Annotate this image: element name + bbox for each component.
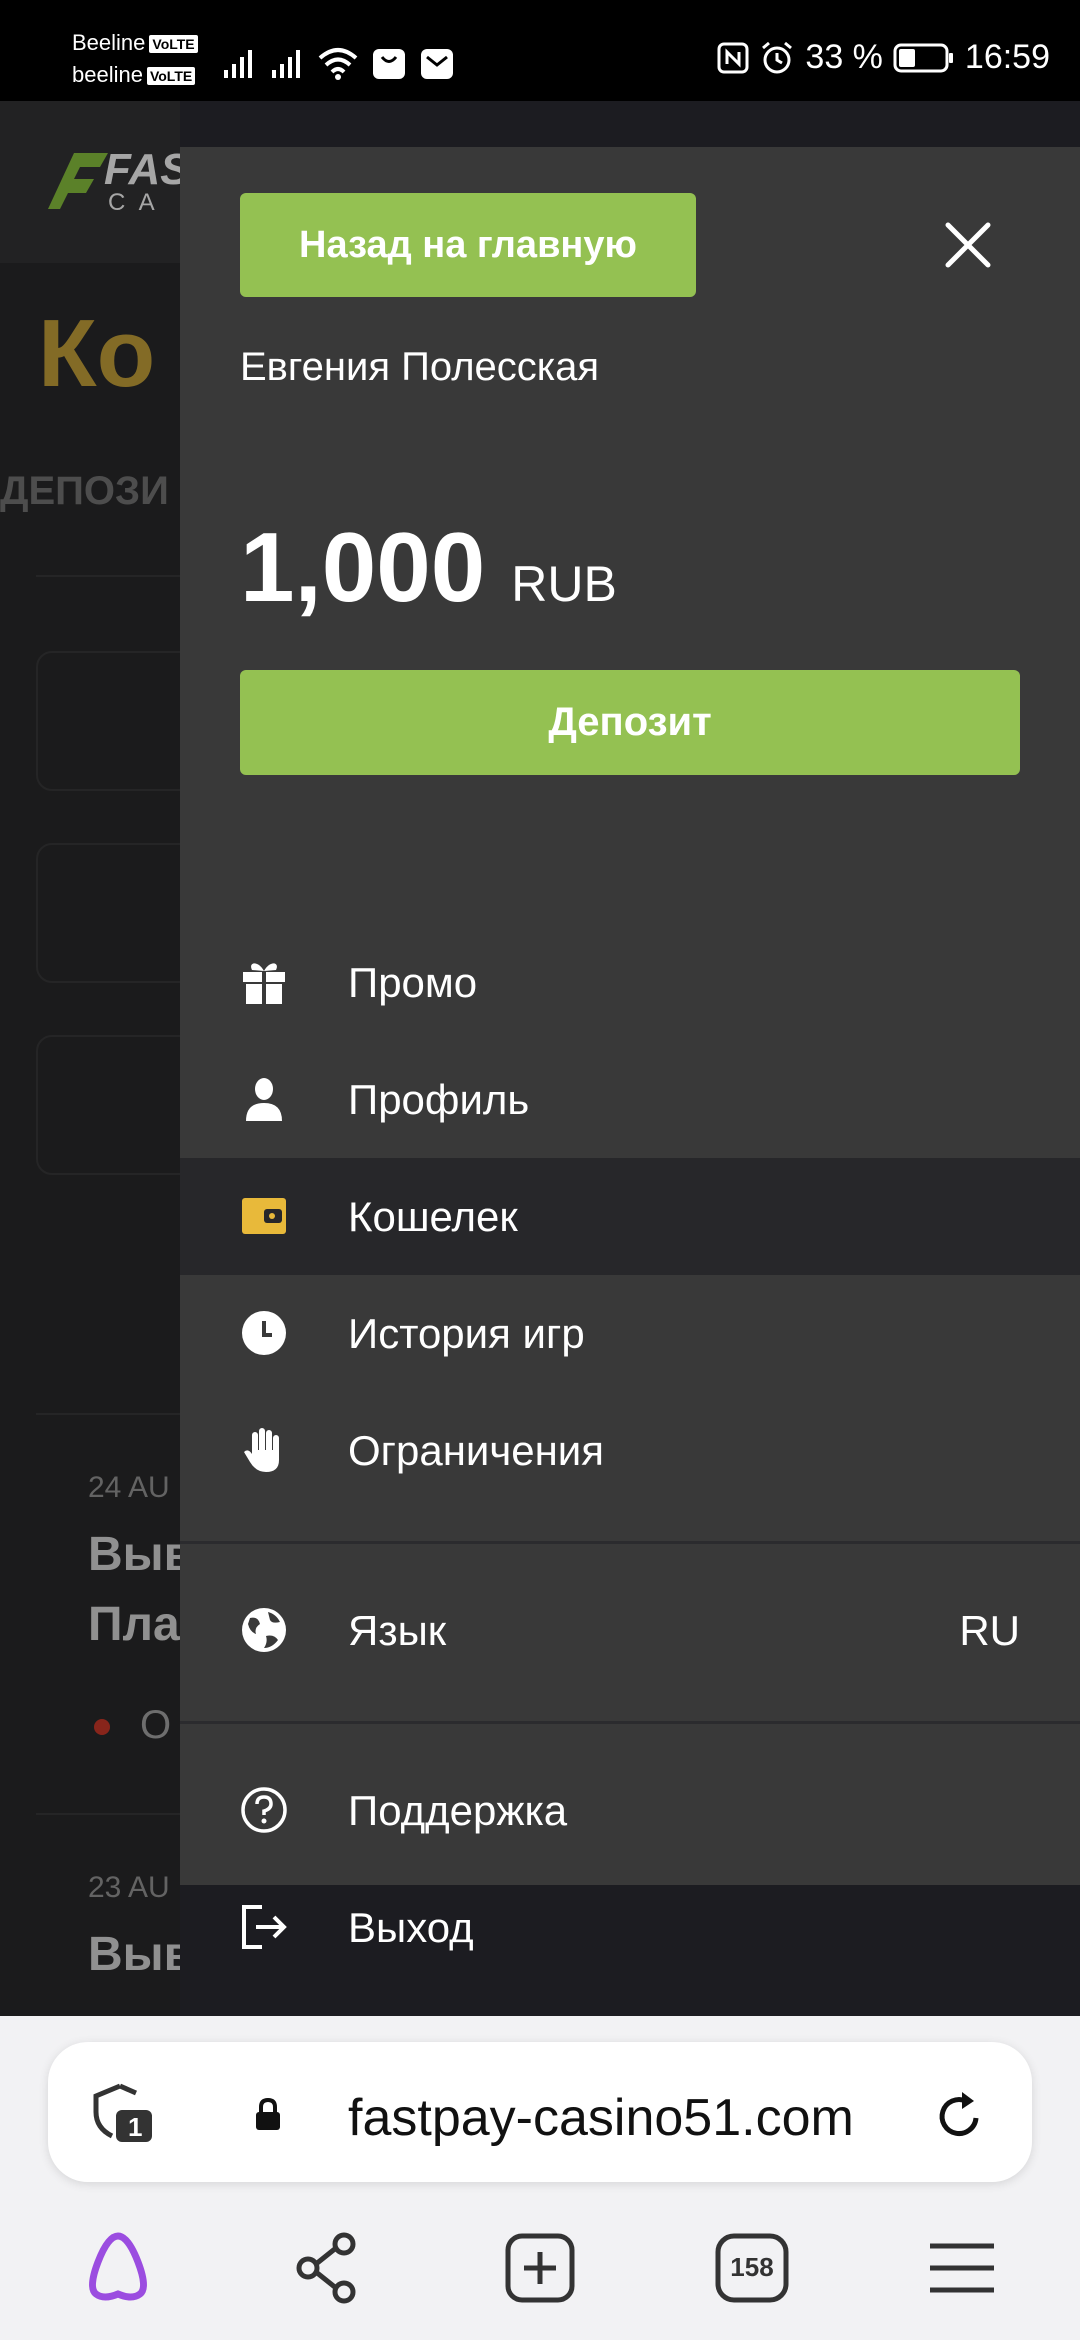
shield-count: 1: [128, 2112, 143, 2142]
balance: 1,000 RUB: [240, 511, 617, 624]
browser-address-area: 1 fastpay-casino51.com: [0, 2016, 1080, 2216]
shield-icon: [93, 2083, 152, 2142]
carrier-2: beeline VoLTE: [72, 60, 196, 90]
alarm-icon: [762, 41, 793, 73]
reload-icon[interactable]: [932, 2088, 988, 2144]
back-to-home-button[interactable]: Назад на главную: [240, 193, 696, 297]
gift-icon: [240, 958, 288, 1006]
question-icon: [240, 1786, 288, 1834]
overlay-backdrop[interactable]: [0, 101, 180, 2016]
menu-item-label: История игр: [348, 1310, 585, 1357]
url-text[interactable]: fastpay-casino51.com: [348, 2088, 854, 2148]
drawer-panel: Назад на главную Евгения Полесская 1,000…: [180, 147, 1080, 1951]
new-tab-icon[interactable]: [500, 2228, 580, 2308]
clock-icon: [240, 1309, 288, 1357]
battery-icon: [893, 43, 953, 72]
browser-nav-bar: 158: [0, 2216, 1080, 2340]
wifi-icon: [318, 48, 358, 80]
menu-item-limits[interactable]: Ограничения: [180, 1392, 1080, 1509]
menu-item-promo[interactable]: Промо: [180, 924, 1080, 1041]
menu-item-language[interactable]: Язык RU: [180, 1572, 1080, 1689]
clock-time: 16:59: [964, 38, 1050, 76]
menu-item-label: Профиль: [348, 1076, 530, 1123]
address-bar[interactable]: 1 fastpay-casino51.com: [48, 2042, 1032, 2182]
logout-icon: [240, 1903, 288, 1951]
close-icon: [945, 222, 991, 268]
status-bar: Beeline VoLTE beeline VoLTE 33 % 16:59: [0, 0, 1080, 101]
user-icon: [240, 1075, 288, 1123]
lock-icon: [256, 2098, 280, 2130]
signal-icon: [224, 50, 252, 78]
menu-divider: [180, 1721, 1080, 1724]
balance-amount: 1,000: [240, 512, 486, 622]
share-icon[interactable]: [288, 2228, 368, 2308]
menu-icon[interactable]: [922, 2228, 1002, 2308]
language-value: RU: [959, 1607, 1020, 1654]
signal-icon: [272, 50, 300, 78]
menu-item-support[interactable]: Поддержка: [180, 1752, 1080, 1869]
nfc-icon: [717, 42, 749, 73]
tabs-count: 158: [730, 2252, 774, 2282]
menu-item-profile[interactable]: Профиль: [180, 1041, 1080, 1158]
menu-item-label: Поддержка: [348, 1787, 568, 1834]
deposit-button[interactable]: Депозит: [240, 670, 1020, 775]
hand-icon: [240, 1426, 288, 1474]
menu-item-label: Ограничения: [348, 1427, 604, 1474]
protect-shield-button[interactable]: 1: [92, 2082, 156, 2146]
alice-assistant-icon[interactable]: [78, 2228, 158, 2308]
menu-item-logout[interactable]: Выход: [180, 1869, 1080, 1986]
menu-item-label: Кошелек: [348, 1193, 518, 1240]
wallet-icon: [240, 1192, 288, 1240]
carrier-1: Beeline VoLTE: [72, 28, 198, 58]
balance-currency: RUB: [511, 556, 617, 612]
tabs-count-button[interactable]: 158: [712, 2228, 792, 2308]
globe-icon: [240, 1606, 288, 1654]
menu-item-label: Язык: [348, 1607, 447, 1654]
status-icons-right: 33 % 16:59: [717, 38, 1050, 77]
menu-item-label: Промо: [348, 959, 478, 1006]
menu-item-wallet[interactable]: Кошелек: [180, 1158, 1080, 1275]
menu-item-label: Выход: [348, 1904, 474, 1951]
battery-percent: 33 %: [805, 38, 883, 76]
user-name: Евгения Полесская: [240, 345, 600, 389]
status-icons-left: [222, 40, 454, 80]
close-button[interactable]: [936, 213, 1000, 277]
menu-item-game-history[interactable]: История игр: [180, 1275, 1080, 1392]
menu-divider: [180, 1541, 1080, 1544]
side-drawer: Назад на главную Евгения Полесская 1,000…: [180, 101, 1080, 2016]
mail-icon: [421, 49, 453, 79]
shopping-bag-icon: [373, 49, 405, 79]
